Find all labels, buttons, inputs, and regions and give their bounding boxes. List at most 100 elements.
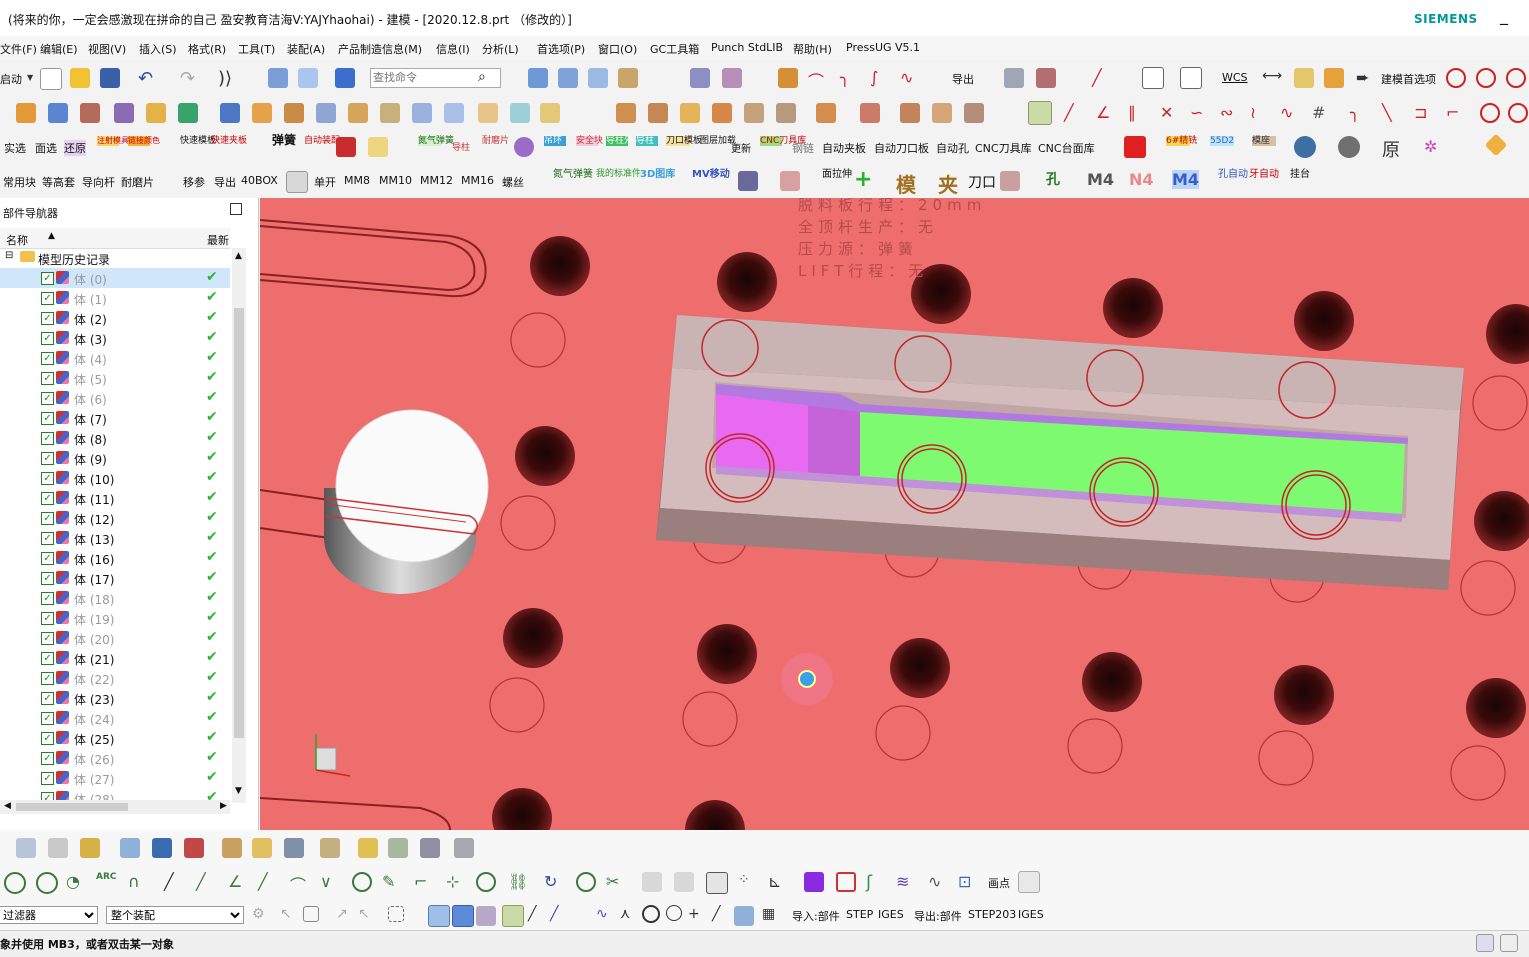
tool-m4-blue[interactable]: M4 (1172, 170, 1200, 189)
tool-cnc-tool-lib[interactable]: CNC刀具库 (975, 140, 1032, 156)
pattern-component-icon[interactable] (252, 838, 272, 858)
scale-icon[interactable] (648, 103, 668, 123)
curve-5-icon[interactable]: ∿ (1280, 103, 1300, 123)
lifting-ring-icon[interactable] (514, 137, 534, 157)
visibility-checkbox[interactable]: ✓ (41, 592, 54, 605)
visibility-checkbox[interactable]: ✓ (41, 332, 54, 345)
tool-link-color[interactable]: 链接颜色 (128, 136, 160, 146)
scroll-up-icon[interactable]: ▲ (235, 251, 242, 261)
tool-edge-template[interactable]: 刀口模板 (666, 136, 702, 146)
snap-mid-icon[interactable]: ╱ (550, 906, 570, 926)
tree-item[interactable]: ✓ 体 (8) ✔ (0, 428, 230, 448)
tool-common-block[interactable]: 常用块 (3, 174, 36, 190)
chamfer-icon[interactable] (380, 103, 400, 123)
graphics-viewport[interactable]: 脱料板行程：20mm 全顶杆生产：无 压力源：弹簧 LIFT行程：无 (260, 198, 1529, 830)
origin-icon[interactable]: 原 (1382, 136, 1402, 161)
visibility-checkbox[interactable]: ✓ (41, 292, 54, 305)
menu-edit[interactable]: 编辑(E) (40, 41, 78, 57)
visibility-checkbox[interactable]: ✓ (41, 412, 54, 425)
scroll-right-icon[interactable]: ▶ (220, 801, 227, 811)
menu-tools[interactable]: 工具(T) (238, 41, 275, 57)
tree-item[interactable]: ✓ 体 (22) ✔ (0, 668, 230, 688)
tree-item[interactable]: ✓ 体 (27) ✔ (0, 768, 230, 788)
menu-punch-stdlib[interactable]: Punch StdLIB (711, 41, 783, 54)
modeling-prefs-button[interactable]: 建模首选项 (1381, 71, 1436, 87)
tool-contour-sleeve[interactable]: 等高套 (42, 174, 75, 190)
line-2-icon[interactable]: ╱ (1064, 103, 1084, 123)
tool-wear-sheet[interactable]: 耐磨片 (121, 174, 154, 190)
settings-icon[interactable]: ⚙ (252, 906, 272, 926)
minimize-button[interactable]: _ (1500, 6, 1508, 25)
selection-icon[interactable]: )⟩ (218, 68, 238, 89)
scroll-down-icon[interactable]: ▼ (235, 786, 242, 796)
bridge-icon[interactable]: ∫ (870, 68, 890, 88)
tool-hole[interactable]: 孔 (1046, 169, 1060, 189)
bracket-icon[interactable]: ⊐ (1414, 103, 1434, 123)
visibility-checkbox[interactable]: ✓ (41, 372, 54, 385)
arrow-right-icon[interactable]: ➨ (1356, 68, 1376, 88)
tree-item[interactable]: ✓ 体 (18) ✔ (0, 588, 230, 608)
extrude-icon[interactable] (80, 103, 100, 123)
circle-4-icon[interactable] (1508, 103, 1528, 123)
model-view[interactable] (260, 198, 1529, 830)
snap-face-icon[interactable] (734, 906, 754, 926)
menu-window[interactable]: 窗口(O) (598, 41, 637, 57)
outline-icon[interactable] (1018, 871, 1040, 893)
tool-mm12[interactable]: MM12 (420, 174, 453, 187)
visibility-checkbox[interactable]: ✓ (41, 652, 54, 665)
menu-pressug[interactable]: PressUG V5.1 (846, 41, 920, 54)
arc-sketch-icon[interactable]: ◔ (66, 872, 86, 892)
block-icon[interactable] (16, 103, 36, 123)
cross-line-icon[interactable]: ✕ (1160, 103, 1180, 123)
draw-point-button[interactable]: 画点 (988, 875, 1010, 891)
arc-label-icon[interactable]: ARC (96, 872, 117, 892)
tree-item[interactable]: ✓ 体 (0) ✔ (0, 268, 230, 288)
tree-item[interactable]: ✓ 体 (25) ✔ (0, 728, 230, 748)
surface-3-icon[interactable] (588, 68, 608, 88)
globe-icon[interactable] (1294, 136, 1316, 158)
intersect-icon[interactable] (252, 103, 272, 123)
select-arrow-icon[interactable]: ↖ (280, 906, 300, 926)
start-menu[interactable]: 启动 (0, 71, 22, 87)
tool-gas-spring[interactable]: 氮气弹簧 (418, 136, 454, 146)
menu-view[interactable]: 视图(V) (88, 41, 126, 57)
navigator-hscroll-thumb[interactable] (16, 803, 128, 811)
offset-icon[interactable]: ⌐ (414, 872, 434, 892)
points-icon[interactable]: ⁘ (738, 872, 758, 892)
tool-guide-outer[interactable]: 导柱外 (606, 136, 633, 146)
spline-icon[interactable]: ∿ (900, 68, 920, 88)
curve-icon[interactable] (778, 68, 798, 88)
color-swatch-2-icon[interactable] (1180, 67, 1202, 89)
clearance-icon[interactable] (320, 838, 340, 858)
collapse-icon[interactable]: ⊟ (5, 250, 13, 261)
tool-guide[interactable]: 导柱 (636, 136, 658, 146)
cursor-icon[interactable] (738, 171, 758, 191)
rib-icon[interactable] (540, 103, 560, 123)
tool-3d-library[interactable]: 3D图库 (640, 169, 675, 180)
intersect-curve-icon[interactable] (674, 872, 694, 892)
snap-center-icon[interactable] (642, 905, 660, 923)
tree-item[interactable]: ✓ 体 (16) ✔ (0, 548, 230, 568)
tree-item[interactable]: ✓ 体 (20) ✔ (0, 628, 230, 648)
visibility-checkbox[interactable]: ✓ (41, 612, 54, 625)
tree-item[interactable]: ✓ 体 (28) ✔ (0, 788, 230, 800)
slot-icon[interactable] (776, 103, 796, 123)
menu-info[interactable]: 信息(I) (436, 41, 470, 57)
circle-sketch-icon[interactable] (4, 872, 26, 894)
open-folder-icon[interactable] (70, 68, 90, 88)
tool-quick-template[interactable]: 快速模板 (180, 136, 216, 146)
arrange-icon[interactable] (184, 838, 204, 858)
transform-icon[interactable] (268, 68, 288, 88)
tool-die-set[interactable]: 模座 (1252, 136, 1276, 146)
tool-wire-edge[interactable]: CNC刀具库 (760, 136, 806, 146)
tool-restore[interactable]: 还原 (64, 140, 86, 156)
circle-sketch-2-icon[interactable] (36, 872, 58, 894)
scroll-left-icon[interactable]: ◀ (4, 801, 11, 811)
tree-item[interactable]: ✓ 体 (2) ✔ (0, 308, 230, 328)
tool-auto-clamp[interactable]: 自动夹板 (822, 140, 866, 156)
pocket-icon[interactable] (860, 103, 880, 123)
export-menu[interactable]: 导出 (952, 71, 974, 87)
arch-icon[interactable]: ∩ (128, 872, 148, 892)
face-icon[interactable] (476, 906, 496, 926)
figure-icon[interactable] (780, 171, 800, 191)
